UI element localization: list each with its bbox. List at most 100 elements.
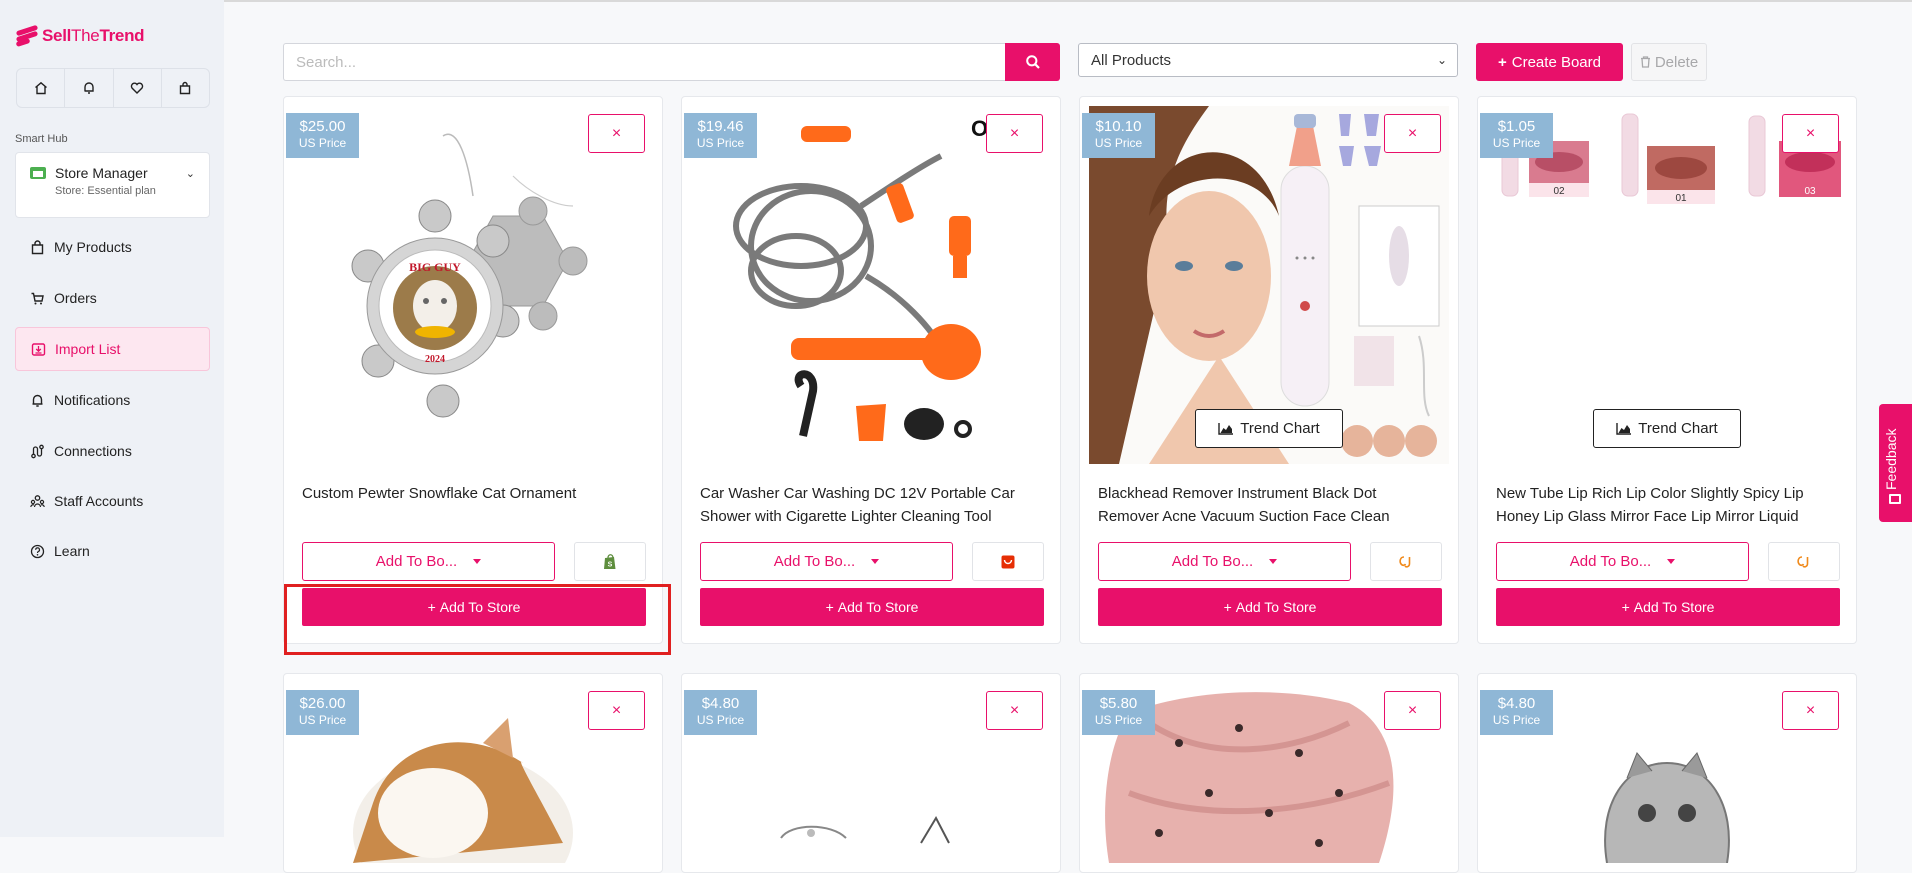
- notifications-button[interactable]: [65, 69, 114, 107]
- users-icon: [30, 494, 45, 507]
- product-image[interactable]: Or: [691, 106, 1051, 464]
- ornament-text: BIG GUY: [409, 260, 461, 274]
- add-to-board-dropdown[interactable]: Add To Bo...: [302, 542, 555, 581]
- cart-icon: [31, 292, 44, 304]
- feedback-tab[interactable]: Feedback: [1879, 404, 1912, 522]
- sidebar-item-import-list[interactable]: Import List: [15, 327, 210, 371]
- caret-down-icon: [1667, 559, 1676, 564]
- source-button[interactable]: [1370, 542, 1442, 581]
- price-badge: $19.46 US Price: [684, 113, 757, 158]
- home-button[interactable]: [17, 69, 66, 107]
- remove-button[interactable]: ×: [1782, 114, 1839, 153]
- brand-name-trend: Trend: [99, 26, 145, 45]
- feedback-icon: [1889, 494, 1901, 504]
- trend-chart-button[interactable]: Trend Chart: [1593, 409, 1741, 448]
- sidebar-item-orders[interactable]: Orders: [15, 276, 210, 320]
- search-icon: [1025, 55, 1040, 69]
- close-icon: ×: [1009, 124, 1020, 142]
- price-badge: $1.05 US Price: [1480, 113, 1553, 158]
- remove-button[interactable]: ×: [986, 691, 1043, 730]
- remove-button[interactable]: ×: [986, 114, 1043, 153]
- delete-button[interactable]: Delete: [1631, 43, 1707, 81]
- sidebar-item-label: Orders: [54, 290, 97, 306]
- remove-button[interactable]: ×: [1782, 691, 1839, 730]
- sidebar-item-my-products[interactable]: My Products: [15, 225, 210, 269]
- price-value: $25.00: [299, 118, 346, 135]
- brand-logo[interactable]: SellTheTrend: [15, 24, 145, 48]
- add-to-board-dropdown[interactable]: Add To Bo...: [1496, 542, 1749, 581]
- ornament-image: BIG GUY 2024: [351, 133, 588, 418]
- close-icon: ×: [611, 701, 622, 719]
- remove-button[interactable]: ×: [588, 691, 645, 730]
- plus-icon: +: [825, 599, 834, 615]
- caret-down-icon: [473, 559, 482, 564]
- add-to-store-label: Add To Store: [1235, 599, 1317, 615]
- bag-icon: [31, 239, 44, 254]
- swatch-label: 02: [1553, 186, 1565, 197]
- shopping-bag-icon: [180, 81, 191, 95]
- product-title: Custom Pewter Snowflake Cat Ornament: [302, 485, 577, 502]
- sidebar: SellTheTrend Smart Hub Store Manager Sto…: [0, 0, 224, 837]
- sidebar-item-learn[interactable]: Learn: [15, 529, 210, 573]
- chevron-down-icon: ⌄: [185, 168, 195, 180]
- search-input[interactable]: [283, 43, 1005, 81]
- section-label: Smart Hub: [15, 133, 68, 145]
- price-unit: US Price: [1492, 136, 1541, 150]
- sidebar-item-notifications[interactable]: Notifications: [15, 378, 210, 422]
- product-card: $4.80 US Price ×: [681, 673, 1061, 873]
- remove-button[interactable]: ×: [1384, 691, 1441, 730]
- add-to-board-label: Add To Bo...: [1569, 553, 1652, 570]
- store-plan: Store: Essential plan: [55, 185, 156, 197]
- add-to-board-dropdown[interactable]: Add To Bo...: [1098, 542, 1351, 581]
- bell-icon: [32, 394, 43, 407]
- store-name: Store Manager: [55, 165, 148, 181]
- price-unit: US Price: [696, 713, 745, 727]
- source-button[interactable]: [972, 542, 1044, 581]
- product-card: BIG GUY 2024 $25.00 US Price × Custom Pew…: [283, 96, 663, 644]
- sidebar-item-label: Staff Accounts: [54, 493, 144, 509]
- add-to-board-label: Add To Bo...: [1171, 553, 1254, 570]
- product-card: 02 01 03 $1.05 US Price × Trend Chart New…: [1477, 96, 1857, 644]
- source-button[interactable]: S: [574, 542, 646, 581]
- add-to-store-button[interactable]: + Add To Store: [700, 588, 1044, 626]
- remove-button[interactable]: ×: [1384, 114, 1441, 153]
- product-image[interactable]: BIG GUY 2024: [293, 106, 653, 464]
- quick-icon-bar: [16, 68, 210, 108]
- product-card: $10.10 US Price × Trend Chart Blackhead R…: [1079, 96, 1459, 644]
- shopify-icon: S: [604, 553, 616, 569]
- price-badge: $4.80 US Price: [684, 690, 757, 735]
- trend-chart-label: Trend Chart: [1638, 420, 1718, 437]
- favorites-button[interactable]: [114, 69, 162, 107]
- store-icon: [30, 167, 46, 179]
- product-filter-select[interactable]: All Products ⌄: [1078, 43, 1458, 77]
- create-board-button[interactable]: + Create Board: [1476, 43, 1623, 81]
- product-title: New Tube Lip Rich Lip Color Slightly Spi…: [1496, 485, 1804, 525]
- product-card: $26.00 US Price ×: [283, 673, 663, 873]
- ornament-year: 2024: [425, 354, 445, 365]
- swatch-label: 03: [1804, 186, 1816, 197]
- plus-icon: +: [1498, 53, 1507, 71]
- add-to-board-dropdown[interactable]: Add To Bo...: [700, 542, 953, 581]
- add-to-store-button[interactable]: + Add To Store: [1496, 588, 1840, 626]
- price-unit: US Price: [298, 713, 347, 727]
- add-to-store-button[interactable]: + Add To Store: [1098, 588, 1442, 626]
- sidebar-item-label: Import List: [55, 341, 121, 357]
- price-unit: US Price: [1094, 136, 1143, 150]
- source-button[interactable]: [1768, 542, 1840, 581]
- add-to-store-label: Add To Store: [837, 599, 919, 615]
- car-washer-image: Or: [733, 116, 997, 441]
- product-card: $5.80 US Price ×: [1079, 673, 1459, 873]
- shop-button[interactable]: [162, 69, 209, 107]
- close-icon: ×: [1805, 124, 1816, 142]
- feedback-label: Feedback: [1883, 428, 1899, 490]
- sidebar-item-staff-accounts[interactable]: Staff Accounts: [15, 479, 210, 523]
- price-unit: US Price: [696, 136, 745, 150]
- trend-chart-button[interactable]: Trend Chart: [1195, 409, 1343, 448]
- sidebar-item-connections[interactable]: Connections: [15, 429, 210, 473]
- product-title: Car Washer Car Washing DC 12V Portable C…: [700, 485, 1015, 525]
- store-selector[interactable]: Store Manager Store: Essential plan ⌄: [15, 152, 210, 218]
- chevron-down-icon: ⌄: [1436, 53, 1447, 67]
- route-icon: [31, 444, 44, 458]
- search-button[interactable]: [1005, 43, 1060, 81]
- remove-button[interactable]: ×: [588, 114, 645, 153]
